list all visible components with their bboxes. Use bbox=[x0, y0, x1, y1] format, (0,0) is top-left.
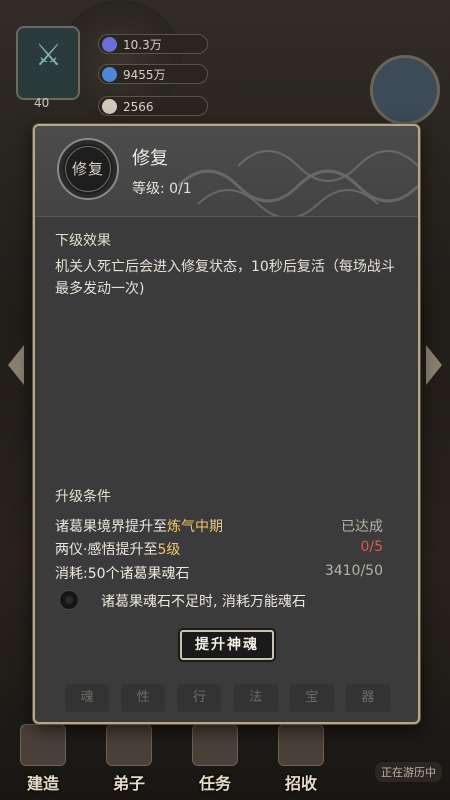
bottom-tab-strip: 魂 性 行 法 宝 器 bbox=[65, 684, 390, 712]
next-effect-description: 机关人死亡后会进入修复状态，10秒后复活（每场战斗最多发动一次) bbox=[55, 259, 395, 297]
build-icon bbox=[20, 724, 66, 766]
next-arrow-icon[interactable] bbox=[426, 345, 442, 385]
bottom-navigation: 建造 弟子 任务 招收 bbox=[0, 722, 450, 800]
player-level: 40 bbox=[34, 96, 50, 110]
condition-row: 消耗:50个诸葛果魂石 3410/50 bbox=[55, 563, 383, 582]
toggle-checkbox[interactable] bbox=[59, 590, 79, 610]
resource-bar-yinyang: 2566 bbox=[98, 96, 208, 116]
yinyang-icon bbox=[102, 99, 117, 114]
skill-name: 修复 bbox=[132, 148, 168, 169]
skill-upgrade-dialog: 修复 修复 等级: 0/1 下级效果 机关人死亡后会进入修复状态，10秒后复活（… bbox=[33, 124, 420, 724]
condition-row: 诸葛果境界提升至炼气中期 已达成 bbox=[55, 516, 395, 536]
tab-treasure[interactable]: 宝 bbox=[289, 684, 334, 712]
dialog-header: 修复 修复 等级: 0/1 bbox=[35, 126, 418, 217]
skill-level: 等级: 0/1 bbox=[132, 181, 192, 197]
recruit-icon bbox=[278, 724, 324, 766]
nav-recruit[interactable]: 招收 bbox=[271, 724, 331, 794]
tab-nature[interactable]: 性 bbox=[121, 684, 166, 712]
tab-action[interactable]: 行 bbox=[177, 684, 222, 712]
sect-emblem[interactable]: ⚔ bbox=[16, 26, 80, 100]
coin-icon bbox=[102, 67, 117, 82]
skill-icon: 修复 bbox=[57, 138, 119, 200]
condition-status: 3410/50 bbox=[324, 563, 383, 579]
next-effect-title: 下级效果 bbox=[55, 233, 111, 249]
time-clock-icon bbox=[370, 55, 440, 125]
tab-artifact[interactable]: 器 bbox=[345, 684, 390, 712]
prev-arrow-icon[interactable] bbox=[8, 345, 24, 385]
tab-soul[interactable]: 魂 bbox=[65, 684, 109, 712]
sword-icon: ⚔ bbox=[35, 38, 62, 73]
condition-status: 已达成 bbox=[341, 519, 383, 535]
nav-disciples[interactable]: 弟子 bbox=[99, 724, 159, 794]
toggle-label: 诸葛果魂石不足时, 消耗万能魂石 bbox=[101, 594, 306, 610]
travel-status[interactable]: 正在游历中 bbox=[375, 762, 442, 782]
upgrade-conditions-title: 升级条件 bbox=[55, 489, 111, 505]
condition-row: 两仪·感悟提升至5级 0/5 bbox=[55, 539, 383, 558]
upgrade-soul-button[interactable]: 提升神魂 bbox=[180, 630, 274, 660]
nav-build[interactable]: 建造 bbox=[13, 724, 73, 794]
disciple-icon bbox=[106, 724, 152, 766]
condition-status: 0/5 bbox=[360, 539, 383, 555]
resource-bar-spirit: 10.3万 bbox=[98, 34, 208, 54]
wave-pattern-icon bbox=[178, 150, 418, 216]
resource-bar-coins: 9455万 bbox=[98, 64, 208, 84]
tab-method[interactable]: 法 bbox=[233, 684, 278, 712]
nav-tasks[interactable]: 任务 bbox=[185, 724, 245, 794]
task-icon bbox=[192, 724, 238, 766]
skill-icon-label: 修复 bbox=[65, 146, 111, 192]
spirit-stone-icon bbox=[102, 37, 117, 52]
